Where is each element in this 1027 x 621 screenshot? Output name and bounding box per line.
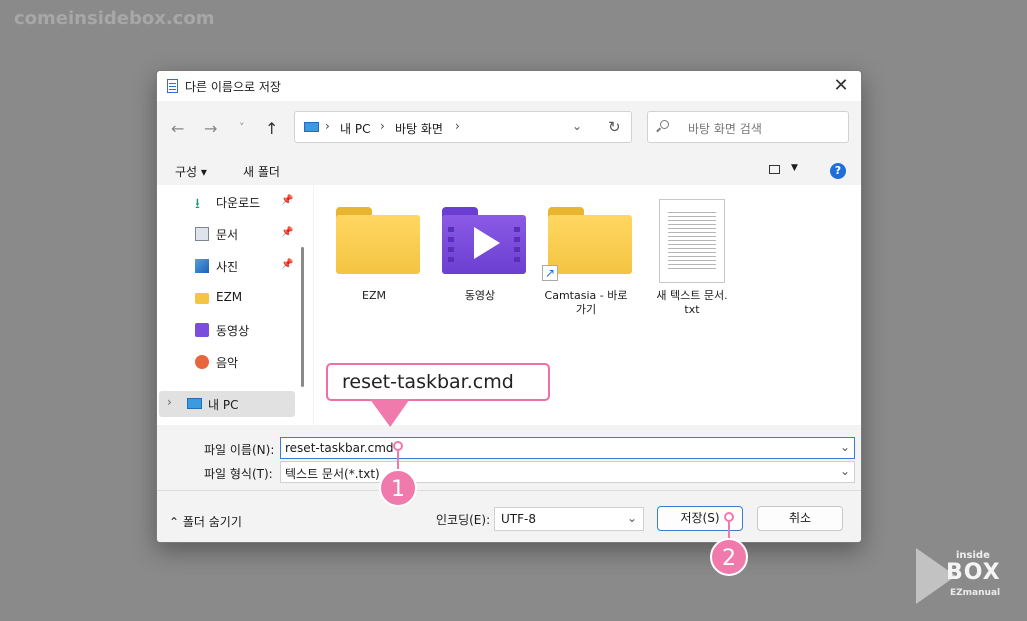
forward-button[interactable]: →: [204, 119, 217, 138]
folder-icon: [195, 293, 209, 304]
sidebar-item-videos[interactable]: 동영상: [157, 317, 297, 343]
sidebar-item-label: 내 PC: [208, 398, 239, 412]
pc-icon: [187, 398, 202, 409]
filename-value: reset-taskbar.cmd: [285, 441, 394, 455]
site-watermark: comeinsidebox.com: [14, 8, 215, 29]
callout-text: reset-taskbar.cmd: [342, 371, 514, 393]
breadcrumb-separator: ›: [455, 119, 460, 133]
step-marker-2: 2: [710, 538, 748, 576]
filetype-label: 파일 형식(T):: [204, 467, 273, 481]
document-icon: [195, 227, 209, 241]
sidebar-item-label: 음악: [216, 356, 239, 370]
file-name: 동영상: [464, 289, 496, 302]
notepad-icon: [167, 79, 178, 93]
download-icon: ⭳: [195, 196, 200, 212]
breadcrumb-separator: ›: [325, 119, 330, 133]
address-bar[interactable]: › 내 PC › 바탕 화면 › ⌄ ↻: [294, 111, 632, 143]
view-mode-dropdown[interactable]: ▼: [791, 163, 798, 173]
filename-label: 파일 이름(N):: [204, 443, 275, 457]
file-name: Camtasia - 바로: [544, 289, 628, 302]
close-button[interactable]: ✕: [821, 71, 861, 101]
sidebar-item-documents[interactable]: 문서 📌: [157, 221, 297, 247]
sidebar-item-label: 다운로드: [216, 196, 261, 210]
step-marker-1: 1: [379, 469, 417, 507]
help-icon[interactable]: ?: [830, 163, 846, 179]
pin-icon: 📌: [281, 259, 294, 270]
refresh-button[interactable]: ↻: [608, 118, 621, 136]
breadcrumb-desktop[interactable]: 바탕 화면: [395, 120, 443, 137]
dialog-title: 다른 이름으로 저장: [185, 80, 281, 94]
hide-folders-button[interactable]: ⌃ 폴더 숨기기: [169, 513, 242, 530]
sidebar-item-downloads[interactable]: ⭳ 다운로드 📌: [157, 189, 297, 215]
pictures-icon: [195, 259, 209, 273]
recent-locations-button[interactable]: ˅: [239, 121, 245, 134]
chevron-down-icon[interactable]: ⌄: [840, 440, 850, 454]
cancel-button[interactable]: 취소: [757, 506, 843, 531]
sidebar-item-pictures[interactable]: 사진 📌: [157, 253, 297, 279]
logo-text: EZmanual: [950, 588, 1001, 598]
file-name: EZM: [362, 289, 386, 302]
search-icon: [660, 120, 669, 129]
sidebar-item-label: 문서: [216, 228, 239, 242]
sidebar-item-ezm[interactable]: EZM: [157, 285, 297, 311]
up-button[interactable]: ↑: [265, 119, 278, 138]
logo-text: BOX: [946, 560, 1001, 585]
file-name: 새 텍스트 문서.: [656, 289, 728, 302]
folder-icon: ↗: [542, 207, 632, 281]
sidebar-scrollbar[interactable]: [301, 247, 304, 387]
encoding-label: 인코딩(E):: [436, 513, 491, 527]
expand-chevron-icon[interactable]: ›: [167, 395, 172, 409]
shortcut-arrow-icon: ↗: [542, 265, 558, 281]
new-folder-button[interactable]: 새 폴더: [243, 163, 280, 180]
video-folder-icon: [442, 207, 526, 274]
breadcrumb-mypc[interactable]: 내 PC: [340, 120, 370, 137]
sidebar-item-label: 사진: [216, 260, 239, 274]
sidebar-item-label: 동영상: [216, 324, 250, 338]
sidebar-item-label: EZM: [216, 290, 243, 304]
insidebox-logo: inside BOX EZmanual: [916, 546, 1016, 606]
navigation-bar: ← → ˅ ↑ › 내 PC › 바탕 화면 › ⌄ ↻ 바탕 화면 검색: [157, 101, 861, 155]
sidebar-item-music[interactable]: 음악: [157, 349, 297, 375]
navigation-pane: ⭳ 다운로드 📌 문서 📌 사진 📌 EZM 동영상 음악 › 내 PC: [157, 185, 313, 425]
search-placeholder: 바탕 화면 검색: [688, 122, 762, 136]
command-bar: 구성 ▾ 새 폴더 ▼ ?: [157, 155, 861, 185]
filename-callout: reset-taskbar.cmd: [326, 363, 550, 401]
encoding-value: UTF-8: [501, 512, 536, 526]
music-icon: [195, 355, 209, 369]
search-box[interactable]: 바탕 화면 검색: [647, 111, 849, 143]
sidebar-item-mypc[interactable]: › 내 PC: [159, 391, 295, 417]
address-dropdown-button[interactable]: ⌄: [572, 119, 582, 133]
title-bar: 다른 이름으로 저장 ✕: [157, 71, 861, 101]
filename-input[interactable]: reset-taskbar.cmd ⌄: [280, 437, 855, 459]
pin-icon: 📌: [281, 227, 294, 238]
file-name: txt: [684, 303, 700, 316]
encoding-select[interactable]: UTF-8 ⌄: [494, 507, 644, 531]
filetype-value: 텍스트 문서(*.txt): [285, 467, 380, 481]
chevron-down-icon[interactable]: ⌄: [840, 464, 850, 478]
pin-icon: 📌: [281, 195, 294, 206]
videos-icon: [195, 323, 209, 337]
chevron-down-icon[interactable]: ⌄: [627, 511, 637, 525]
save-options-area: 파일 이름(N): reset-taskbar.cmd ⌄ 파일 형식(T): …: [157, 425, 861, 542]
organize-menu[interactable]: 구성 ▾: [175, 163, 207, 180]
divider: [157, 490, 861, 491]
file-name: 가기: [575, 303, 597, 316]
folder-icon: [336, 207, 420, 274]
breadcrumb-separator: ›: [380, 119, 385, 133]
filetype-select[interactable]: 텍스트 문서(*.txt) ⌄: [280, 461, 855, 483]
view-mode-icon[interactable]: [769, 165, 780, 174]
pc-icon: [304, 122, 319, 132]
save-as-dialog: 다른 이름으로 저장 ✕ ← → ˅ ↑ › 내 PC › 바탕 화면 › ⌄ …: [156, 70, 862, 543]
back-button[interactable]: ←: [171, 119, 184, 138]
text-file-icon: [659, 199, 725, 283]
